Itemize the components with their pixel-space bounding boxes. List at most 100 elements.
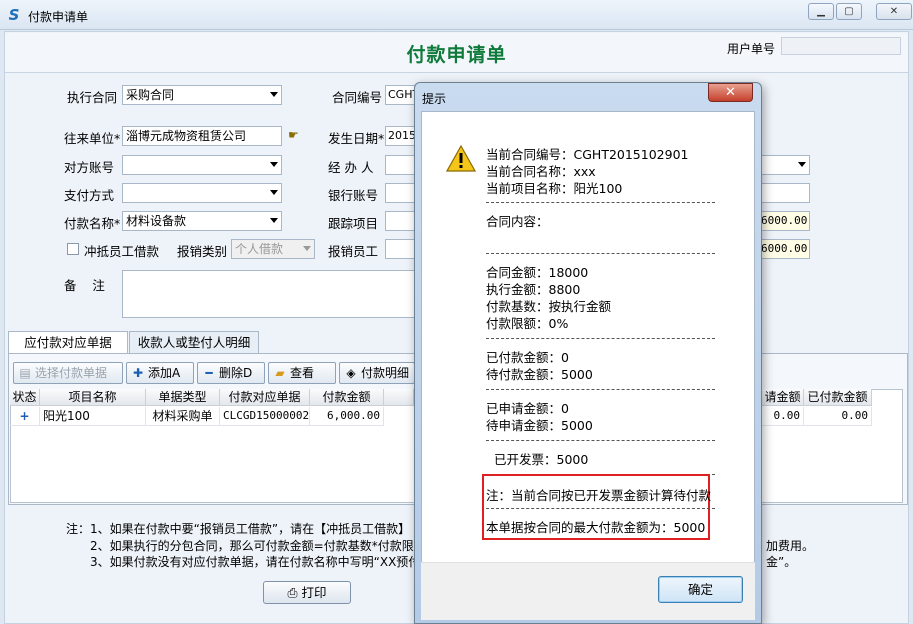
column-header-doc[interactable]: 付款对应单据: [220, 389, 310, 406]
chevron-down-icon: [270, 92, 278, 97]
reimburse-type-value: 个人借款: [235, 242, 284, 256]
dialog-to-apply: 待申请金额：5000: [486, 418, 593, 433]
dialog-divider: [486, 440, 715, 441]
chevron-down-icon: [270, 218, 278, 223]
lookup-hand-icon[interactable]: ☛: [288, 128, 306, 142]
plus-icon: ✚: [132, 366, 144, 380]
note-line-2: 2、如果执行的分包合同，那么可付款金额=付款基数*付款限额: [90, 539, 426, 553]
pay-name-label: 付款名称*: [64, 216, 121, 231]
user-no-field[interactable]: [781, 37, 901, 55]
offset-loan-label: 冲抵员工借款: [84, 244, 160, 259]
dialog-pay-limit: 付款限额：0%: [486, 316, 569, 331]
counter-account-select[interactable]: [122, 155, 282, 175]
reimburse-staff-label: 报销员工: [328, 244, 379, 259]
warning-icon: [446, 145, 476, 172]
pay-detail-button[interactable]: ◈ 付款明细: [339, 362, 415, 384]
chevron-down-icon: [270, 190, 278, 195]
dialog-invoiced: 已开发票：5000: [494, 452, 589, 467]
dialog-close-button[interactable]: ✕: [708, 83, 753, 102]
chevron-down-icon: [303, 246, 311, 251]
dialog-divider: [486, 508, 715, 509]
view-label: 查看: [290, 366, 315, 380]
window-title: 付款申请单: [28, 10, 89, 24]
exec-contract-select[interactable]: 采购合同: [122, 85, 282, 105]
chevron-down-icon: [798, 162, 806, 167]
row-status-plus-icon[interactable]: +: [10, 407, 40, 426]
counter-account-label: 对方账号: [64, 160, 115, 175]
table-cell-apply: 0.00: [762, 407, 804, 426]
dialog-divider: [486, 338, 715, 339]
column-header-apply[interactable]: 请金额: [762, 389, 804, 406]
exec-contract-label: 执行合同: [67, 90, 118, 105]
occur-date-label: 发生日期*: [328, 131, 385, 146]
dialog-to-pay: 待付款金额：5000: [486, 367, 593, 382]
doc-select-icon: ▤: [19, 366, 31, 380]
column-header-blank[interactable]: [384, 389, 414, 406]
detail-icon: ◈: [346, 366, 356, 380]
printer-icon: ⎙: [287, 585, 298, 600]
column-header-status[interactable]: 状态: [10, 389, 40, 406]
table-cell-doc: CLCGD150000029: [220, 407, 310, 426]
pay-method-label: 支付方式: [64, 188, 115, 203]
dialog-project-name: 当前项目名称：阳光100: [486, 181, 623, 196]
dialog-note: 注：当前合同按已开发票金额计算待付款: [486, 488, 712, 503]
add-button[interactable]: ✚ 添加A: [126, 362, 194, 384]
column-header-paid[interactable]: 已付款金额: [804, 389, 872, 406]
handler-right-select[interactable]: [760, 155, 810, 175]
chevron-down-icon: [270, 162, 278, 167]
maximize-button[interactable]: ▢: [836, 3, 862, 20]
dialog-divider: [486, 202, 715, 203]
table-cell-paid: 0.00: [804, 407, 872, 426]
note-line-3-tail: 金”。: [766, 555, 797, 569]
column-header-type[interactable]: 单据类型: [146, 389, 220, 406]
select-pay-doc-label: 选择付款单据: [35, 366, 108, 380]
partner-field[interactable]: 淄博元成物资租赁公司: [122, 126, 282, 146]
minus-icon: ━: [205, 366, 213, 380]
bank-account-right-field[interactable]: [760, 183, 810, 203]
exec-contract-value: 采购合同: [126, 88, 175, 102]
reimburse-type-select[interactable]: 个人借款: [231, 239, 315, 259]
offset-loan-checkbox[interactable]: [67, 243, 79, 255]
reimburse-type-label: 报销类别: [177, 244, 228, 259]
dialog-title: 提示: [422, 92, 447, 106]
tab-payee-detail[interactable]: 收款人或垫付人明细: [129, 331, 259, 353]
app-logo-icon: S: [8, 6, 20, 24]
print-label: 打印: [301, 585, 327, 600]
view-button[interactable]: ▰ 查看: [268, 362, 336, 384]
pay-name-value: 材料设备款: [126, 214, 187, 228]
contract-no-label: 合同编号: [332, 90, 383, 105]
bank-account-label: 银行账号: [328, 188, 379, 203]
column-header-project[interactable]: 项目名称: [40, 389, 146, 406]
dialog-divider: [486, 253, 715, 254]
handler-label: 经 办 人: [328, 160, 374, 175]
folder-open-icon: ▰: [275, 366, 285, 380]
select-pay-doc-button[interactable]: ▤ 选择付款单据: [13, 362, 123, 384]
tab-payable-docs[interactable]: 应付款对应单据: [8, 331, 128, 354]
track-item-label: 跟踪项目: [328, 216, 379, 231]
table-cell-amount: 6,000.00: [310, 407, 384, 426]
print-button[interactable]: ⎙ 打印: [263, 581, 351, 604]
pay-name-select[interactable]: 材料设备款: [122, 211, 282, 231]
delete-button[interactable]: ━ 删除D: [197, 362, 265, 384]
partner-label: 往来单位*: [64, 131, 121, 146]
dialog-divider: [486, 389, 715, 390]
amount-field-1[interactable]: 6000.00: [760, 211, 810, 231]
remark-label: 备 注: [64, 278, 105, 293]
pay-method-select[interactable]: [122, 183, 282, 203]
remark-textarea[interactable]: [122, 270, 422, 318]
column-header-amount[interactable]: 付款金额: [310, 389, 384, 406]
page-title: 付款申请单: [406, 44, 507, 66]
delete-label: 删除D: [219, 366, 253, 380]
window-titlebar: [0, 0, 913, 30]
add-label: 添加A: [148, 366, 181, 380]
note-line-3: 3、如果付款没有对应付款单据，请在付款名称中写明“XX预付: [90, 555, 421, 569]
close-window-button[interactable]: ✕: [876, 3, 912, 20]
table-cell-project: 阳光100: [40, 407, 146, 426]
amount-field-2[interactable]: 6000.00: [760, 239, 810, 259]
note-line-2-tail: 加费用。: [766, 539, 815, 553]
note-line-1: 注：1、如果在付款中要“报销员工借款”，请在【冲抵员工借款】: [66, 522, 411, 536]
minimize-button[interactable]: ▁: [808, 3, 834, 20]
dialog-contract-content: 合同内容：: [486, 214, 549, 229]
dialog-max-pay: 本单据按合同的最大付款金额为：5000: [486, 520, 706, 535]
ok-button[interactable]: 确定: [658, 576, 743, 603]
